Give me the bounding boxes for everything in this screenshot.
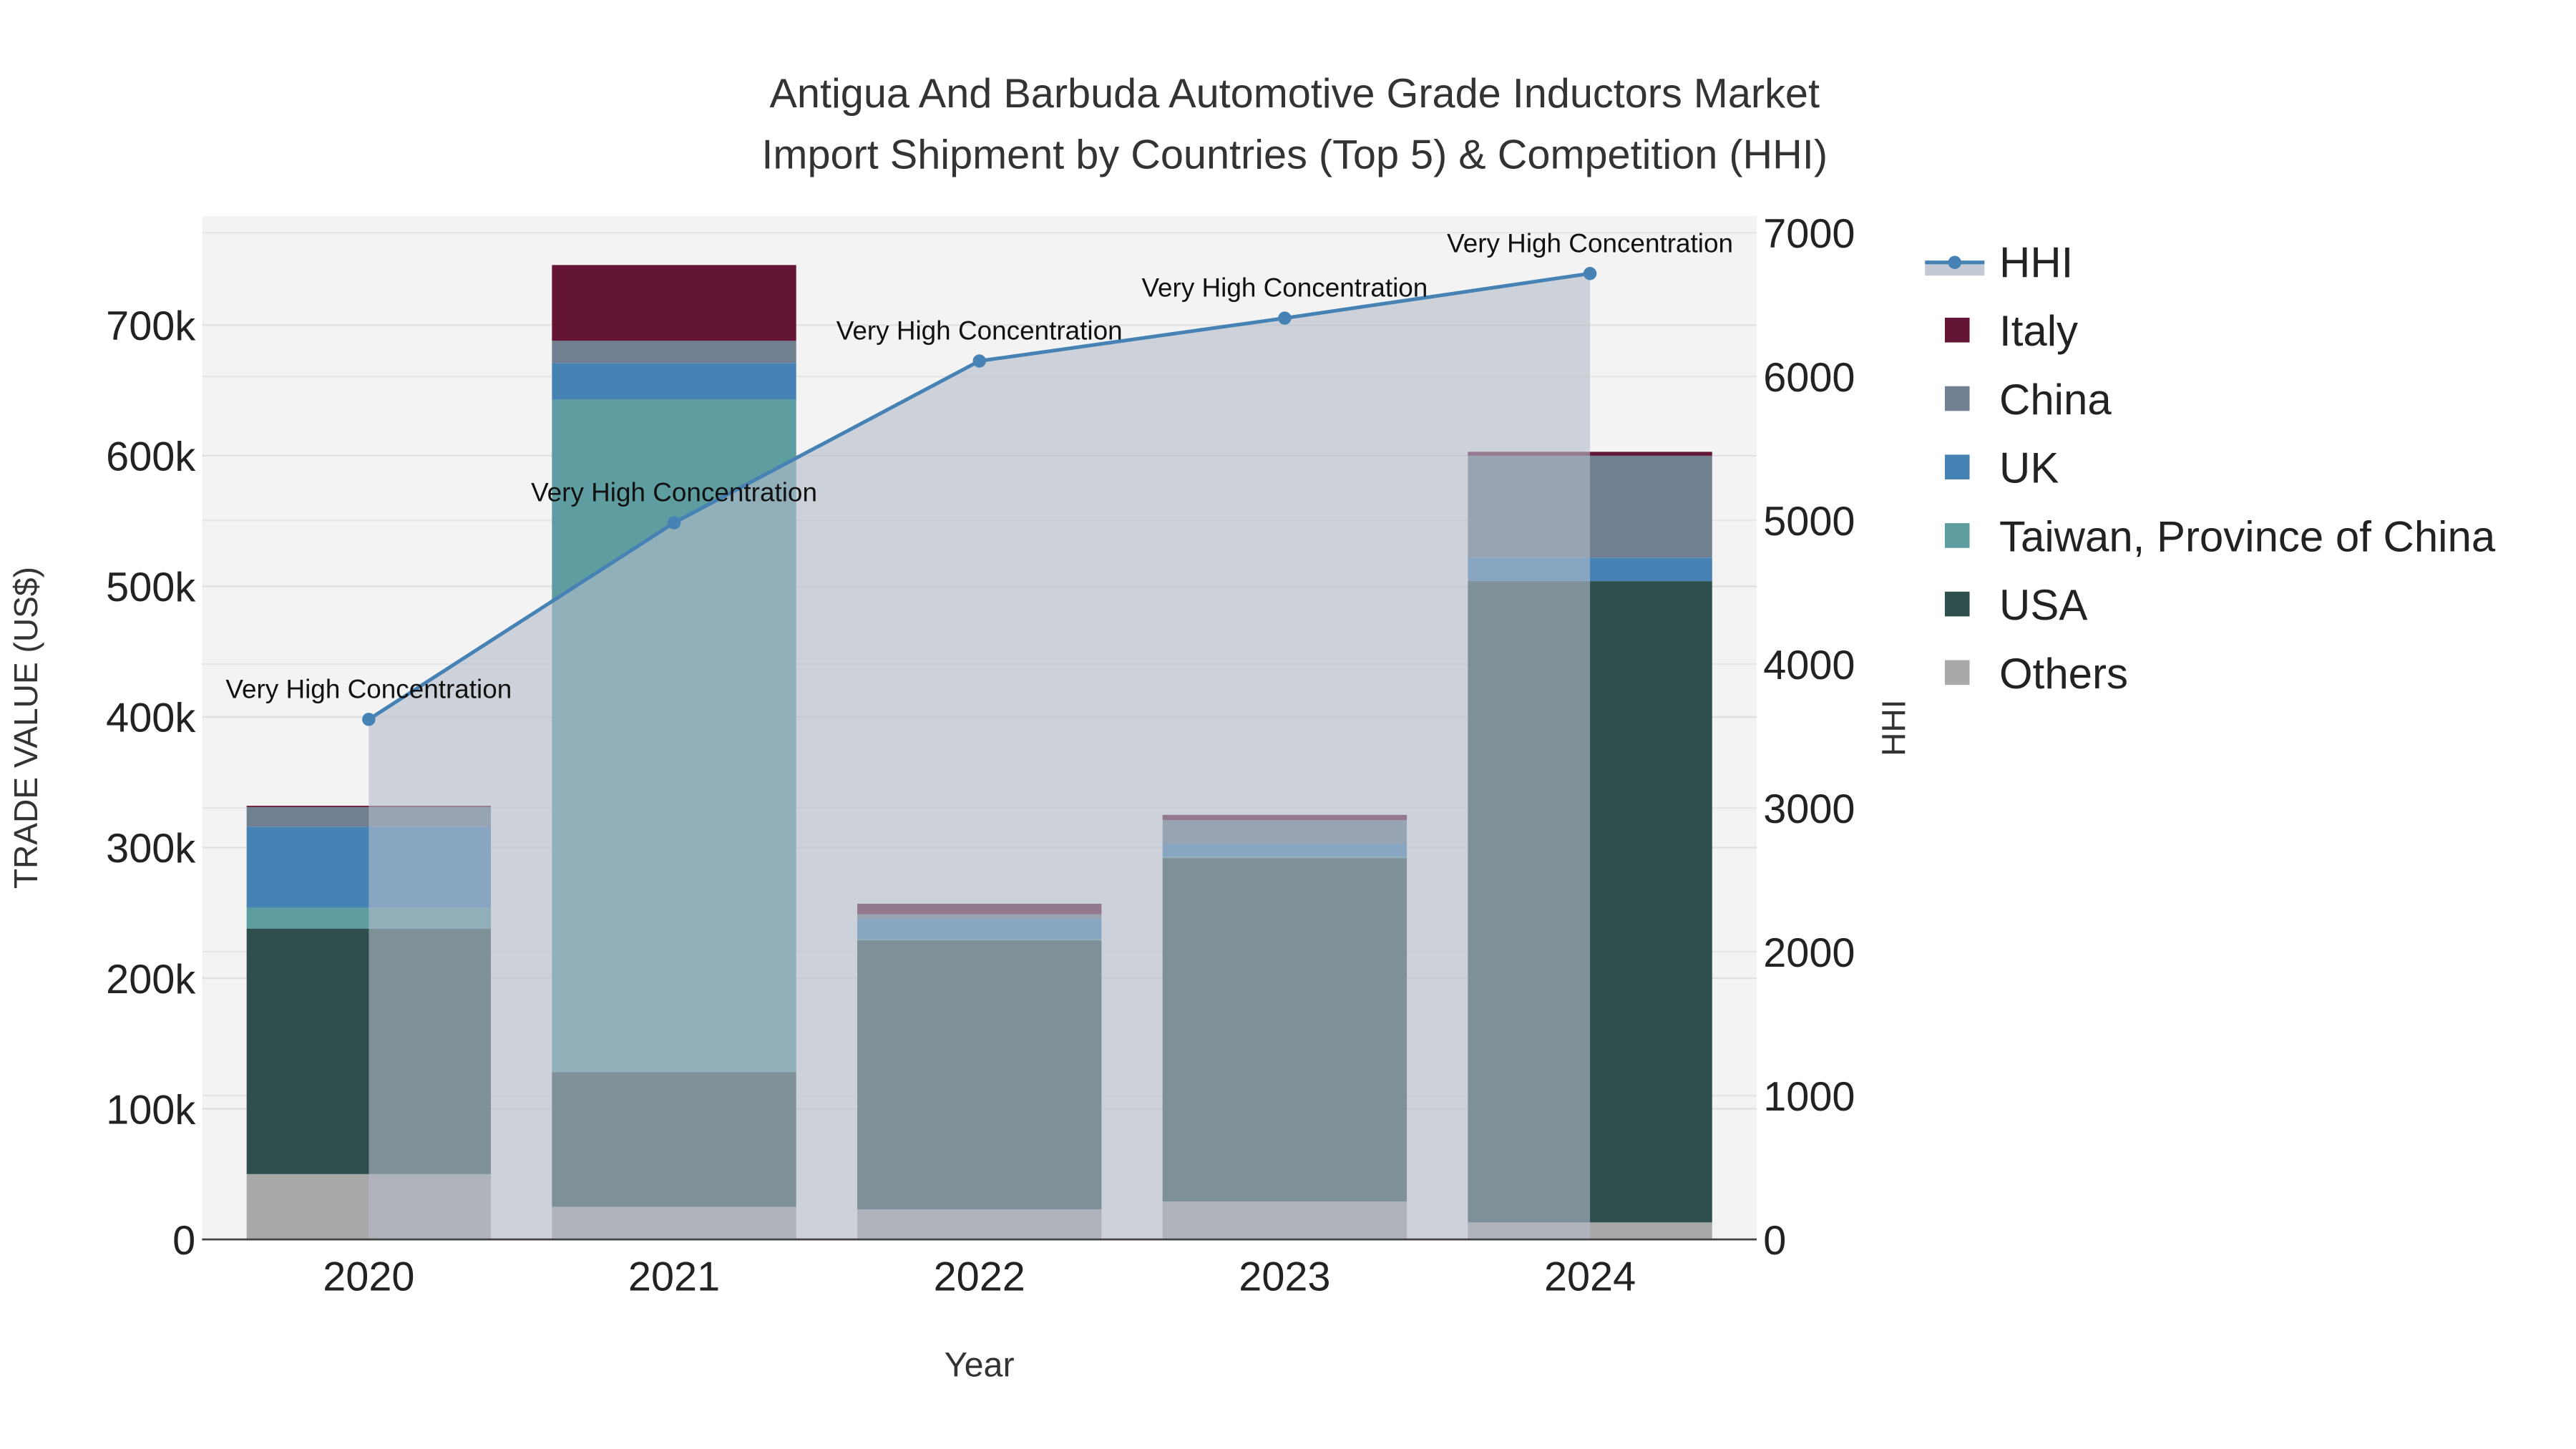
hhi-point-2020 — [362, 713, 376, 726]
bar-uk-2021 — [552, 363, 796, 400]
y-tick-label: 500k — [106, 565, 195, 610]
legend-swatch — [1944, 454, 1970, 480]
y2-tick-label: 1000 — [1763, 1074, 1855, 1120]
chart-title: Antigua And Barbuda Automotive Grade Ind… — [769, 71, 1820, 117]
y-tick-label: 200k — [106, 957, 195, 1002]
x-axis-label: Year — [945, 1346, 1015, 1385]
chart: Very High Concentration Very High Concent… — [1, 0, 2575, 1449]
legend-label: Taiwan, Province of China — [1999, 512, 2496, 560]
x-tick-label: 2024 — [1544, 1254, 1636, 1300]
x-tick-label: 2021 — [628, 1254, 720, 1300]
y-tick-label: 100k — [106, 1087, 195, 1133]
legend-swatch — [1944, 523, 1970, 548]
hhi-annotation: Very High Concentration — [1141, 273, 1428, 303]
chart-subtitle: Import Shipment by Countries (Top 5) & C… — [761, 132, 1828, 177]
y2-tick-label: 4000 — [1763, 643, 1855, 688]
hhi-annotation: Very High Concentration — [225, 674, 512, 703]
y2-tick-label: 7000 — [1763, 211, 1855, 257]
y2-tick-label: 2000 — [1763, 930, 1855, 976]
hhi-point-2024 — [1583, 267, 1597, 280]
legend-swatch — [1944, 591, 1970, 617]
y2-tick-label: 0 — [1763, 1218, 1786, 1264]
legend-swatch — [1944, 386, 1970, 411]
hhi-annotation: Very High Concentration — [1447, 228, 1733, 258]
legend-label: HHI — [1999, 238, 2073, 286]
hhi-point-2023 — [1278, 311, 1292, 325]
legend-swatch-marker — [1948, 255, 1962, 269]
hhi-annotation: Very High Concentration — [836, 316, 1123, 345]
bar-italy-2021 — [552, 265, 796, 341]
y2-tick-label: 3000 — [1763, 786, 1855, 832]
legend-label: USA — [1999, 581, 2087, 629]
x-tick-label: 2023 — [1239, 1254, 1330, 1300]
x-tick-label: 2022 — [934, 1254, 1025, 1300]
y2-tick-label: 6000 — [1763, 355, 1855, 401]
y2-axis-label: HHI — [1875, 699, 1913, 756]
y-tick-label: 300k — [106, 826, 195, 872]
y-tick-label: 400k — [106, 696, 195, 741]
hhi-point-2022 — [972, 354, 986, 368]
legend-label: China — [1999, 376, 2112, 424]
y-tick-label: 700k — [106, 303, 195, 349]
y-axis-label: TRADE VALUE (US$) — [7, 567, 44, 889]
legend-swatch — [1944, 660, 1970, 686]
y2-tick-label: 5000 — [1763, 499, 1855, 545]
y-tick-label: 600k — [106, 434, 195, 480]
legend-item-taiwan-province-of-china[interactable]: Taiwan, Province of China — [1944, 512, 2496, 560]
hhi-point-2021 — [667, 516, 681, 530]
x-tick-label: 2020 — [323, 1254, 414, 1300]
y-tick-label: 0 — [172, 1218, 195, 1264]
legend-swatch — [1944, 317, 1970, 343]
bar-china-2021 — [552, 341, 796, 364]
legend-label: Others — [1999, 650, 2128, 698]
hhi-annotation: Very High Concentration — [531, 478, 817, 507]
legend-label: UK — [1999, 444, 2059, 492]
legend-label: Italy — [1999, 307, 2078, 355]
